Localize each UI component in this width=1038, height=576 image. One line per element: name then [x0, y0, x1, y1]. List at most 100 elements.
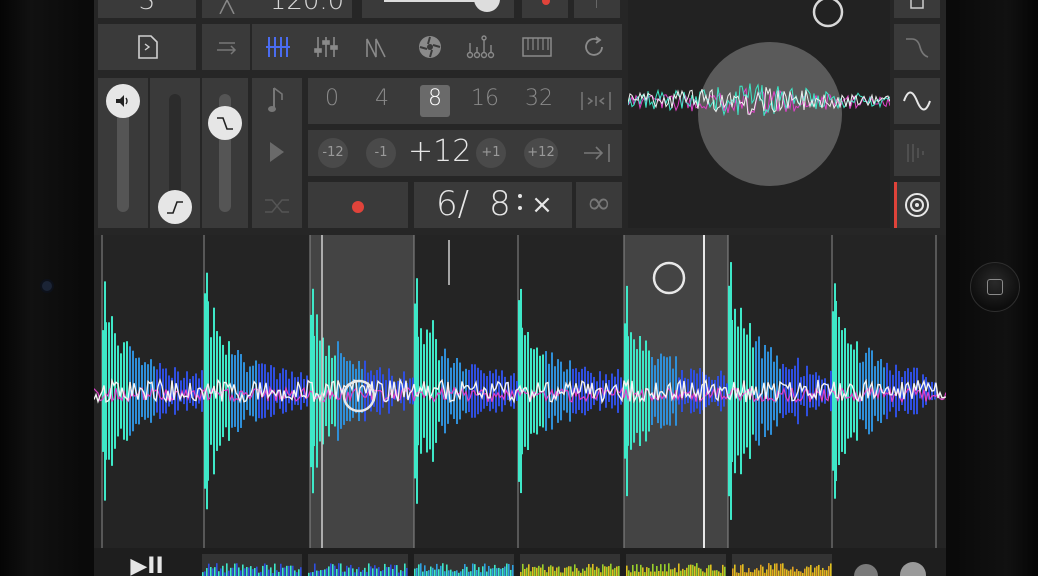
quantize-option[interactable]: 0: [320, 86, 344, 111]
tempo-slider-cell[interactable]: [362, 0, 514, 18]
thumbnail-bar: [220, 568, 222, 576]
thumbnail-bar: [648, 567, 650, 576]
pitch-up-12-button[interactable]: +12: [524, 138, 558, 168]
play-pause-button[interactable]: ▶II: [122, 554, 172, 576]
filter-knob[interactable]: [208, 106, 242, 140]
thumbnail-bar: [600, 572, 602, 576]
thumbnail-bar: [688, 564, 690, 576]
undo-cell[interactable]: [574, 0, 620, 18]
home-button[interactable]: [970, 262, 1020, 312]
thumbnail-bar: [354, 572, 356, 576]
thumbnail-bar: [480, 572, 482, 576]
filter-fader-strip[interactable]: [202, 78, 248, 228]
fx-wheel-icon[interactable]: [418, 35, 442, 59]
tempo-slider-thumb[interactable]: [474, 0, 500, 12]
thumbnail-bar: [818, 564, 820, 576]
bottom-knob-left[interactable]: [854, 564, 878, 576]
gain-fader-strip[interactable]: [150, 78, 200, 228]
waveform-bar: [788, 369, 790, 413]
waveform-bar: [495, 369, 497, 413]
waveform-bar: [159, 363, 161, 419]
thumbnail-bar: [806, 566, 808, 576]
skip-end-icon[interactable]: [582, 142, 612, 164]
waveform-editor[interactable]: [94, 235, 946, 548]
waveform-bar: [639, 336, 641, 446]
quantize-option[interactable]: 16: [468, 86, 502, 111]
thumbnail-bar: [492, 568, 494, 576]
thumbnail-bar: [232, 567, 234, 576]
sequencer-mode-icon[interactable]: [466, 35, 498, 59]
thumbnail-bar: [208, 563, 210, 576]
thumbnail-bar: [592, 563, 594, 576]
slice-mode-icon[interactable]: [266, 35, 292, 59]
thumbnail-bar: [508, 563, 510, 576]
thumbnail-bar: [392, 568, 394, 576]
thumbnail-bar: [246, 566, 248, 576]
loop-mode-icon[interactable]: [582, 35, 606, 59]
thumbnail-bar: [526, 567, 528, 576]
file-button[interactable]: [98, 24, 196, 70]
quantize-option-selected[interactable]: 8: [420, 86, 450, 111]
thumbnail-bar: [770, 565, 772, 576]
thumbnail-bar: [598, 568, 600, 576]
sine-lfo-button[interactable]: [894, 78, 940, 124]
bpm-cell[interactable]: 120.0: [202, 0, 352, 18]
waveform-bar: [183, 377, 185, 405]
record-button[interactable]: [308, 182, 408, 228]
thumbnail-bar: [438, 569, 440, 576]
thumbnail-bar: [328, 566, 330, 576]
thumbnail-bar: [618, 565, 620, 576]
thumbnail-bar: [520, 571, 522, 576]
partial-value-cell[interactable]: 3: [98, 0, 196, 18]
pitch-down-12-button[interactable]: -12: [318, 138, 348, 168]
swap-button[interactable]: [202, 24, 250, 70]
thumbnail-bar: [604, 566, 606, 576]
thumbnail-bar: [716, 570, 718, 576]
lowpass-filter-button[interactable]: [894, 24, 940, 70]
waveform-bar: [524, 335, 526, 447]
app-screen: 3 120.0 0 4 8 16 32 -12 -1 +12 +1 +12 6/…: [94, 0, 946, 576]
thumbnail-bar: [442, 563, 444, 576]
thumbnail-bar: [614, 567, 616, 576]
infinite-loop-button[interactable]: ∞: [576, 182, 622, 228]
mixer-mode-icon[interactable]: [314, 35, 340, 59]
bars-icon: [907, 144, 924, 162]
bars-button[interactable]: [894, 130, 940, 176]
waveform-bar: [809, 374, 811, 408]
snap-grid-icon[interactable]: [580, 90, 612, 112]
thumbnail-bar: [460, 571, 462, 576]
quantize-option[interactable]: 4: [370, 86, 394, 111]
thumbnail-bar: [788, 570, 790, 576]
keyboard-mode-icon[interactable]: [522, 37, 552, 57]
note-icon[interactable]: [268, 86, 286, 114]
thumbnail-bar: [778, 570, 780, 576]
pitch-up-1-button[interactable]: +1: [476, 138, 506, 168]
quantize-option[interactable]: 32: [520, 86, 558, 111]
volume-fader-strip[interactable]: [98, 78, 148, 228]
thumbnail-bar: [830, 563, 832, 576]
waveform-graphic: [94, 235, 946, 548]
shuffle-icon[interactable]: [264, 196, 290, 216]
target-button[interactable]: [894, 182, 940, 228]
loop-length-cell[interactable]: 6/ 8 ×: [414, 182, 572, 228]
loop-multiply[interactable]: ×: [528, 190, 556, 220]
thumbnail-bar: [378, 567, 380, 576]
record-arm-cell[interactable]: [522, 0, 568, 18]
delete-button[interactable]: [894, 0, 940, 18]
bottom-knob-right[interactable]: [900, 562, 926, 576]
thumbnail-bar: [384, 563, 386, 576]
pattern-thumbnails[interactable]: [202, 548, 832, 576]
volume-knob[interactable]: [106, 84, 140, 118]
thumbnail-bar: [322, 570, 324, 576]
gain-knob[interactable]: [158, 190, 192, 224]
thumbnail-bar: [524, 568, 526, 576]
play-forward-icon[interactable]: [268, 140, 286, 164]
waveform-bar: [794, 365, 796, 417]
pitch-down-1-button[interactable]: -1: [366, 138, 396, 168]
thumbnail-bar: [638, 571, 640, 576]
thumbnail-bar: [658, 570, 660, 576]
envelope-mode-icon[interactable]: [364, 35, 388, 59]
xy-pad[interactable]: [627, 0, 891, 228]
thumbnail-bar: [488, 566, 490, 576]
thumbnail-bar: [576, 568, 578, 576]
